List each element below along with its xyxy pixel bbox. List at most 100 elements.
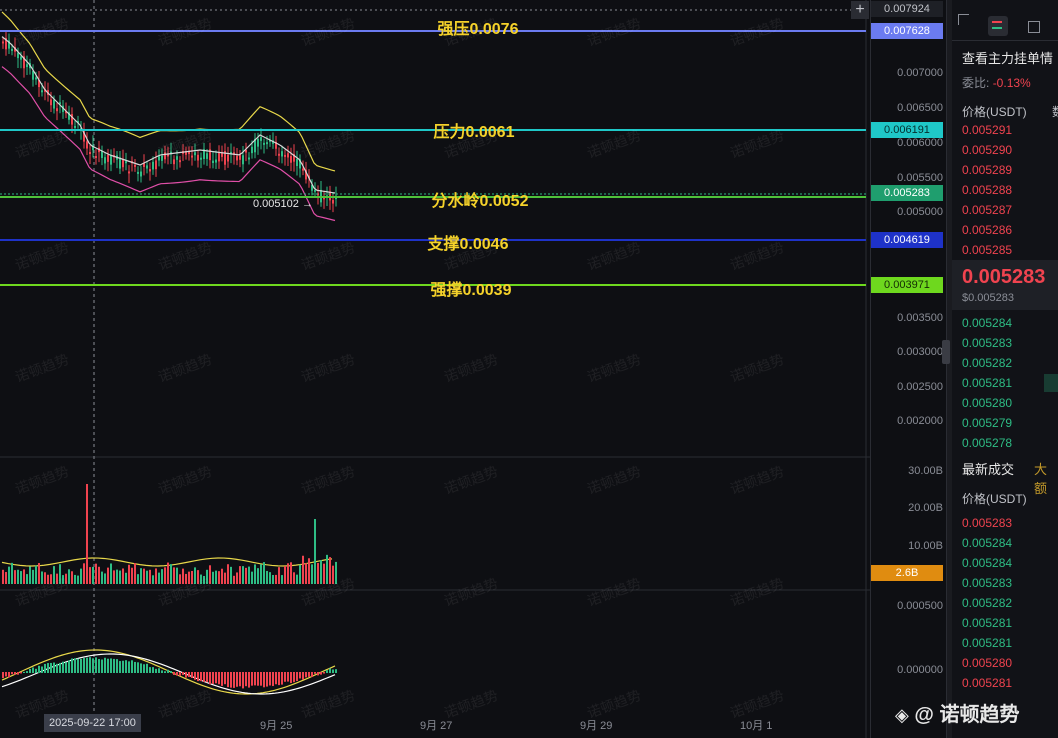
crosshair-time-label: 2025-09-22 17:00 [44, 714, 141, 732]
volume-bar [110, 563, 112, 584]
macd-bar [227, 672, 229, 688]
volume-bar [86, 484, 88, 584]
trade-row: 0.005281 [962, 616, 1013, 630]
bid-row[interactable]: 0.005279 [962, 416, 1012, 430]
candle-body [278, 153, 280, 156]
strong-support-box: 0.003971 [871, 277, 943, 293]
price-tick: 0.006000 [897, 137, 943, 149]
macd-bar [59, 662, 61, 673]
macd-bar [125, 660, 127, 673]
macd-bar [5, 672, 7, 677]
volume-bar [290, 562, 292, 584]
macd-bar [143, 664, 145, 673]
candle-body [257, 138, 259, 147]
both-sides-icon[interactable] [988, 16, 1008, 36]
macd-bar [65, 662, 67, 673]
orderbook-panel: 查看主力挂单情 委比: -0.13% 价格(USDT) 数 0.005291 0.… [952, 0, 1058, 738]
bid-row[interactable]: 0.005282 [962, 356, 1012, 370]
layout-icon[interactable] [958, 14, 969, 25]
ask-row[interactable]: 0.005288 [962, 183, 1012, 197]
volume-bar [8, 566, 10, 584]
add-drawing-button[interactable]: + [851, 1, 869, 19]
ask-row[interactable]: 0.005287 [962, 203, 1012, 217]
candle-body [95, 156, 97, 159]
volume-bar [80, 568, 82, 584]
macd-bar [293, 672, 295, 683]
macd-bar [2, 672, 4, 679]
volume-bar [107, 567, 109, 584]
volume-bar [284, 566, 286, 584]
ask-row[interactable]: 0.005285 [962, 243, 1012, 257]
price-axis[interactable]: + 0.007924 0.007628 0.007000 0.006500 0.… [851, 0, 947, 738]
candle-body [128, 171, 130, 174]
ask-row[interactable]: 0.005291 [962, 123, 1012, 137]
resize-handle[interactable] [942, 340, 950, 364]
candle-body [197, 154, 199, 161]
last-price-box: 0.005283 $0.005283 [952, 260, 1058, 310]
macd-bar [44, 663, 46, 673]
price-tick: 0.002000 [897, 415, 943, 427]
bid-row[interactable]: 0.005283 [962, 336, 1012, 350]
macd-bar [302, 672, 304, 680]
macd-bar [107, 658, 109, 673]
candle-body [332, 200, 334, 204]
tab-latest-trades[interactable]: 最新成交 [962, 459, 1014, 478]
low-price-marker: 0.005102 → [253, 198, 313, 210]
macd-bar [110, 658, 112, 673]
volume-bar [116, 569, 118, 584]
bid-row[interactable]: 0.005284 [962, 316, 1012, 330]
macd-bar [200, 672, 202, 682]
list-icon[interactable] [1028, 21, 1040, 33]
volume-bar [74, 574, 76, 584]
chart-area[interactable]: 诺顿趋势 诺顿趋势 诺顿趋势 诺顿趋势 诺顿趋势 诺顿趋势 诺顿趋势 诺顿趋势 诺顿趋势 诺顿趋势… [0, 0, 870, 738]
macd-bar [92, 658, 94, 673]
time-label-sep27: 9月 27 [420, 720, 453, 732]
macd-bar [197, 672, 199, 682]
ask-row[interactable]: 0.005286 [962, 223, 1012, 237]
candle-body [173, 159, 175, 165]
volume-bar [2, 569, 4, 584]
volume-bar [302, 555, 304, 584]
trade-row: 0.005284 [962, 556, 1013, 570]
ask-row[interactable]: 0.005290 [962, 143, 1012, 157]
volume-bar [287, 563, 289, 584]
volume-bar [11, 562, 13, 584]
price-tick: 0.007000 [897, 67, 943, 79]
macd-bar [164, 671, 166, 673]
tab-large-trades[interactable]: 大额 [1034, 459, 1058, 497]
macd-bar [98, 659, 100, 673]
macd-bar [245, 672, 247, 687]
volume-bar [137, 574, 139, 584]
macd-bar [221, 672, 223, 686]
candle-body [53, 99, 55, 109]
bid-row[interactable]: 0.005278 [962, 436, 1012, 450]
volume-bar [242, 566, 244, 584]
volume-bar [224, 572, 226, 584]
macd-bar [311, 672, 313, 678]
macd-bar [299, 672, 301, 679]
volume-bar [101, 571, 103, 584]
volume-bar [143, 568, 145, 584]
macd-bar [23, 671, 25, 673]
volume-bar [278, 567, 280, 584]
volume-bar [92, 566, 94, 584]
macd-bar [320, 672, 322, 675]
bid-row[interactable]: 0.005281 [962, 376, 1012, 390]
ask-row[interactable]: 0.005289 [962, 163, 1012, 177]
volume-bar [293, 572, 295, 584]
candle-body [140, 171, 142, 177]
candle-body [50, 99, 52, 106]
orderbook-title[interactable]: 查看主力挂单情 [962, 48, 1053, 67]
candle-body [260, 137, 262, 141]
trade-row: 0.005283 [962, 516, 1013, 530]
macd-bar [47, 663, 49, 673]
candle-body [302, 168, 304, 171]
volume-bar [311, 564, 313, 584]
macd-bar [56, 663, 58, 673]
volume-bar [248, 566, 250, 584]
volume-bar [14, 570, 16, 584]
volume-bar [251, 571, 253, 584]
bid-row[interactable]: 0.005280 [962, 396, 1012, 410]
macd-bar [131, 660, 133, 673]
depth-bar [1044, 374, 1058, 392]
